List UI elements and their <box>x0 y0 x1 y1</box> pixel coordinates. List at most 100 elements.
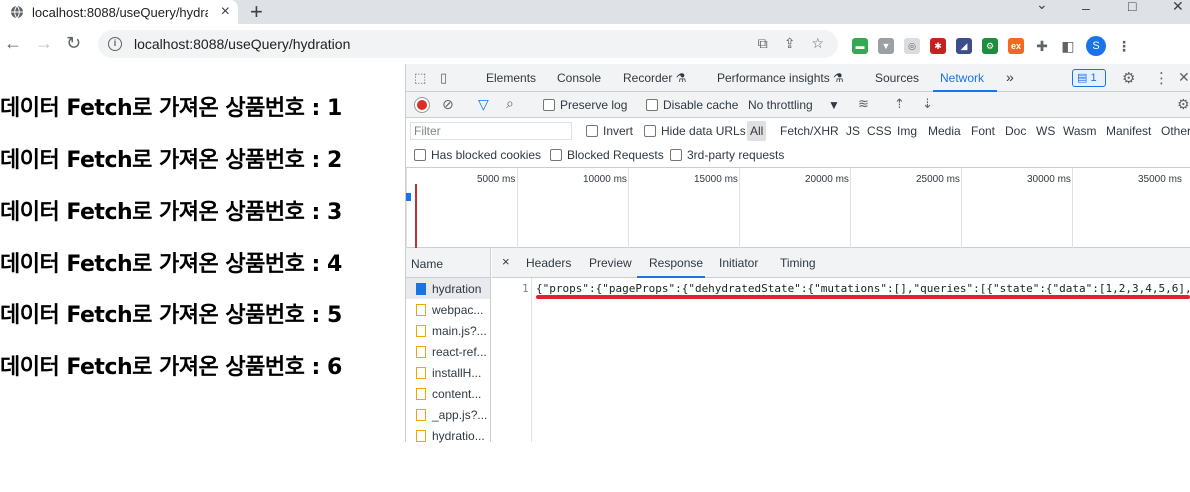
search-icon[interactable]: ⌕ <box>506 95 514 112</box>
kebab-menu-icon[interactable]: ⋮ <box>1116 38 1132 54</box>
side-panel-icon[interactable]: ◧ <box>1060 38 1076 54</box>
request-item[interactable]: webpac... <box>406 299 490 320</box>
request-item[interactable]: installH... <box>406 362 490 383</box>
inspect-element-icon[interactable]: ⬚ <box>414 70 426 86</box>
request-name: hydratio... <box>432 428 485 443</box>
tab-console[interactable]: Console <box>557 71 601 85</box>
request-item[interactable]: hydratio... <box>406 425 490 446</box>
open-in-new-icon[interactable]: ⧉ <box>758 35 768 52</box>
filter-type-all[interactable]: All <box>747 121 767 141</box>
filter-type-doc[interactable]: Doc <box>1005 124 1026 138</box>
maximize-button[interactable]: □ <box>1128 0 1136 14</box>
timeline-gridline <box>850 168 851 248</box>
tab-elements[interactable]: Elements <box>486 71 536 85</box>
filter-bar-secondary: Has blocked cookies Blocked Requests 3rd… <box>406 144 1190 168</box>
filter-bar: Filter Invert Hide data URLs All Fetch/X… <box>406 118 1190 144</box>
share-icon[interactable]: ⇪ <box>784 35 796 52</box>
settings-gear-icon[interactable]: ⚙ <box>1122 69 1135 87</box>
new-tab-button[interactable]: + <box>250 0 263 24</box>
response-body[interactable]: 1 {"props":{"pageProps":{"dehydratedStat… <box>492 278 1190 442</box>
filter-input[interactable]: Filter <box>410 122 572 140</box>
extensions-area: ▬ ▼ ◎ ✱ ◢ ⚙ ex ✚ ◧ S ⋮ <box>852 36 1132 56</box>
extension-icon[interactable]: ex <box>1008 38 1024 54</box>
tab-recorder[interactable]: Recorder ⚗ <box>623 71 686 85</box>
throttling-select[interactable]: No throttling ▼ <box>748 98 840 112</box>
filter-type-img[interactable]: Img <box>897 124 917 138</box>
line-gutter: 1 <box>492 278 532 442</box>
avatar[interactable]: S <box>1086 36 1106 56</box>
blocked-requests-checkbox[interactable]: Blocked Requests <box>550 148 664 162</box>
disable-cache-checkbox[interactable]: Disable cache <box>646 98 738 112</box>
blocked-cookies-checkbox[interactable]: Has blocked cookies <box>414 148 541 162</box>
close-devtools-icon[interactable]: ✕ <box>1178 69 1190 86</box>
request-name: hydration <box>432 281 482 296</box>
extension-icon[interactable]: ▬ <box>852 38 868 54</box>
request-item[interactable]: react-ref... <box>406 341 490 362</box>
request-item[interactable]: _app.js?... <box>406 404 490 425</box>
browser-toolbar: ← → ↻ i localhost:8088/useQuery/hydratio… <box>0 24 1190 64</box>
request-item[interactable]: main.js?... <box>406 320 490 341</box>
export-har-icon[interactable]: ⇣ <box>922 96 933 112</box>
record-button[interactable] <box>415 98 429 112</box>
minimize-button[interactable]: – <box>1082 0 1090 16</box>
device-toolbar-icon[interactable]: ▯ <box>440 70 447 86</box>
request-list-header[interactable]: Name <box>406 248 490 278</box>
filter-type-js[interactable]: JS <box>846 124 860 138</box>
network-timeline[interactable]: 5000 ms 10000 ms 15000 ms 20000 ms 25000… <box>406 168 1190 248</box>
site-info-icon[interactable]: i <box>108 37 122 51</box>
browser-tab[interactable]: localhost:8088/useQuery/hydrati × <box>0 0 238 24</box>
third-party-checkbox[interactable]: 3rd-party requests <box>670 148 784 162</box>
kebab-menu-icon[interactable]: ⋮ <box>1154 69 1169 87</box>
reload-button[interactable]: ↻ <box>66 32 81 54</box>
extension-icon[interactable]: ◢ <box>956 38 972 54</box>
tab-sources[interactable]: Sources <box>875 71 919 85</box>
filter-type-other[interactable]: Other <box>1161 124 1190 138</box>
filter-type-css[interactable]: CSS <box>867 124 892 138</box>
tab-timing[interactable]: Timing <box>780 256 816 270</box>
bookmark-star-icon[interactable]: ☆ <box>811 35 824 52</box>
extension-icon[interactable]: ▼ <box>878 38 894 54</box>
extension-icon[interactable]: ✱ <box>930 38 946 54</box>
filter-type-ws[interactable]: WS <box>1036 124 1055 138</box>
script-icon <box>416 387 426 400</box>
close-detail-button[interactable]: × <box>502 254 510 269</box>
forward-button[interactable]: → <box>35 32 53 54</box>
filter-type-wasm[interactable]: Wasm <box>1063 124 1097 138</box>
tab-preview[interactable]: Preview <box>589 256 632 270</box>
timeline-gridline <box>1072 168 1073 248</box>
filter-type-manifest[interactable]: Manifest <box>1106 124 1151 138</box>
tab-performance-insights[interactable]: Performance insights ⚗ <box>717 71 844 85</box>
network-settings-icon[interactable]: ⚙ <box>1177 96 1190 113</box>
import-har-icon[interactable]: ⇡ <box>894 96 905 112</box>
extension-icon[interactable]: ⚙ <box>982 38 998 54</box>
invert-checkbox[interactable]: Invert <box>586 124 633 138</box>
preserve-log-checkbox[interactable]: Preserve log <box>543 98 627 112</box>
issues-badge[interactable]: ▤ 1 <box>1072 69 1106 87</box>
tab-close-button[interactable]: × <box>221 3 230 21</box>
timeline-tick-label: 10000 ms <box>583 174 627 185</box>
line-number: 1 <box>522 282 529 295</box>
request-item[interactable]: content... <box>406 383 490 404</box>
devtools-panel: ⬚ ▯ Elements Console Recorder ⚗ Performa… <box>405 64 1190 443</box>
address-bar[interactable]: i localhost:8088/useQuery/hydration ⧉ ⇪ … <box>98 30 838 58</box>
filter-type-font[interactable]: Font <box>971 124 995 138</box>
annotation-underline <box>536 295 1190 299</box>
hide-data-urls-checkbox[interactable]: Hide data URLs <box>644 124 746 138</box>
network-conditions-icon[interactable]: ≋ <box>858 96 869 112</box>
tab-headers[interactable]: Headers <box>526 256 571 270</box>
filter-type-fetch-xhr[interactable]: Fetch/XHR <box>780 124 839 138</box>
filter-type-media[interactable]: Media <box>928 124 961 138</box>
tab-strip: localhost:8088/useQuery/hydrati × + ⌄ – … <box>0 0 1190 24</box>
puzzle-icon[interactable]: ✚ <box>1034 38 1050 54</box>
clear-icon[interactable]: ⊘ <box>442 96 454 113</box>
chevron-down-icon[interactable]: ⌄ <box>1036 0 1048 13</box>
more-tabs-button[interactable]: » <box>1006 69 1014 85</box>
tab-response[interactable]: Response <box>649 256 703 270</box>
extension-icon[interactable]: ◎ <box>904 38 920 54</box>
request-item[interactable]: hydration <box>406 278 490 299</box>
tab-initiator[interactable]: Initiator <box>719 256 758 270</box>
filter-icon[interactable]: ▽ <box>478 96 489 113</box>
tab-network[interactable]: Network <box>940 71 984 85</box>
close-window-button[interactable]: ✕ <box>1172 0 1184 15</box>
back-button[interactable]: ← <box>4 32 22 54</box>
